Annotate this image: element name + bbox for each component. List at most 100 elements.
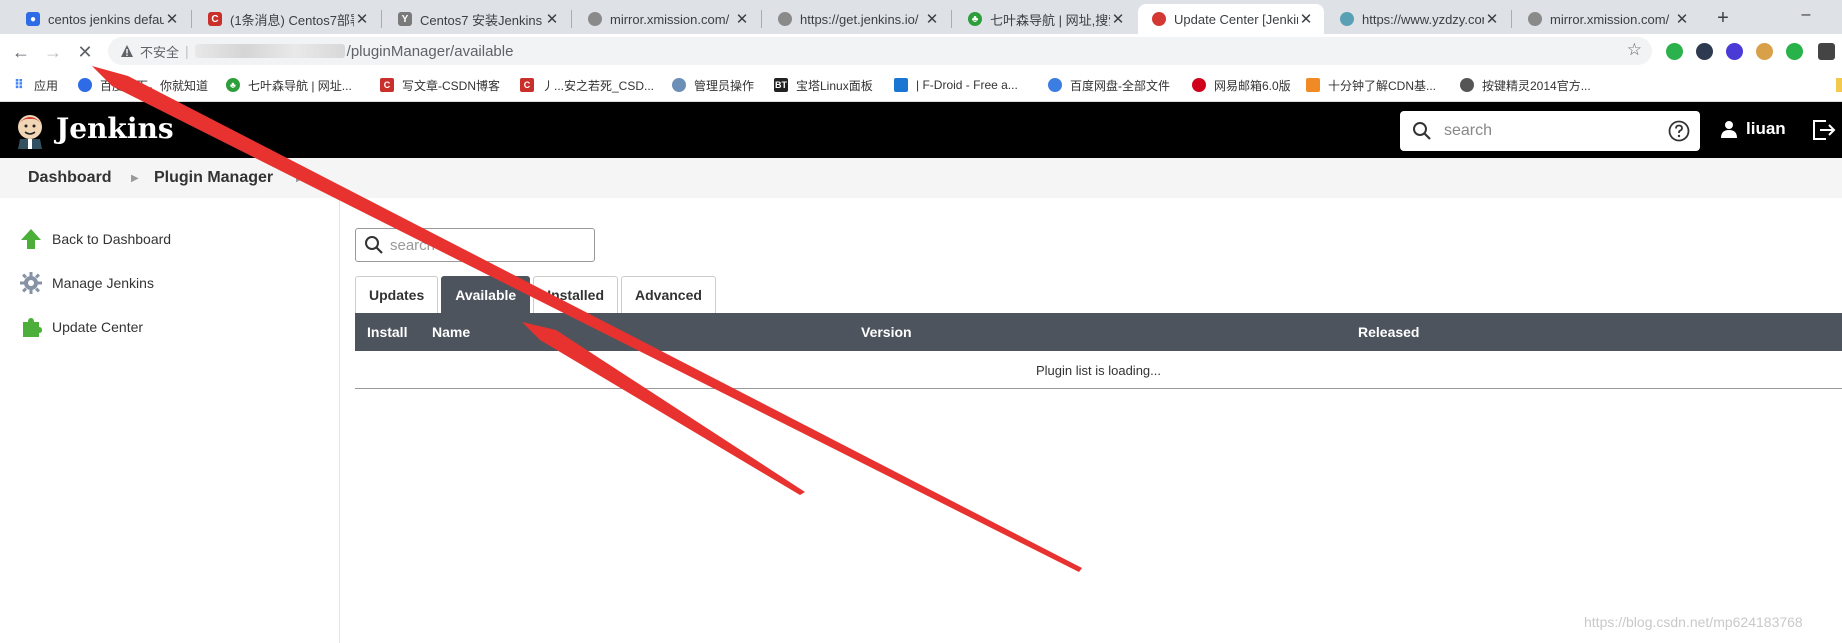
forward-arrow-icon[interactable]: → <box>40 39 66 65</box>
browser-tab-active[interactable]: Update Center [Jenkins] ✕ <box>1138 4 1324 34</box>
csdn-c-icon: C <box>520 78 534 92</box>
browser-toolbar: ← → ✕ 不安全 | /pluginManager/available ☆ <box>0 34 1842 68</box>
cookie-extension-icon[interactable] <box>1756 43 1773 60</box>
bookmark-item[interactable]: ⠿ 应用 <box>12 76 58 94</box>
sidebar-item-update-center[interactable]: Update Center <box>20 316 143 338</box>
browser-tab[interactable]: ● centos jenkins default ✕ <box>12 4 190 34</box>
watermark: https://blog.csdn.net/mp624183768 <box>1584 614 1803 630</box>
warning-triangle-icon <box>121 45 133 57</box>
user-menu[interactable]: liuan <box>1720 119 1786 139</box>
extension-icon[interactable] <box>1696 43 1713 60</box>
close-icon[interactable]: ✕ <box>1484 10 1500 28</box>
stop-loading-icon[interactable]: ✕ <box>72 39 98 65</box>
clover-icon: ♣ <box>968 12 982 26</box>
browser-tab[interactable]: mirror.xmission.com/ ✕ <box>1514 4 1700 34</box>
tab-installed[interactable]: Installed <box>533 276 618 314</box>
baidu-paw-icon: ● <box>26 12 40 26</box>
address-bar[interactable]: 不安全 | /pluginManager/available ☆ <box>108 37 1652 65</box>
plugin-search-box[interactable] <box>355 228 595 262</box>
bookmark-item[interactable]: 百度网盘-全部文件 <box>1048 76 1170 94</box>
address-divider: | <box>185 43 189 59</box>
browser-tab[interactable]: https://www.yzdzy.com ✕ <box>1326 4 1510 34</box>
tab-updates[interactable]: Updates <box>355 276 439 314</box>
loading-message: Plugin list is loading... <box>1035 363 1161 378</box>
netease-mail-icon <box>1192 78 1206 92</box>
redacted-host <box>194 44 345 58</box>
clover-icon: ♣ <box>226 78 240 92</box>
user-icon <box>1721 121 1737 138</box>
bookmark-item[interactable]: ♣ 七叶森导航 | 网址... <box>226 76 352 94</box>
logout-icon[interactable] <box>1812 119 1836 141</box>
close-icon[interactable]: ✕ <box>1110 10 1126 28</box>
tab-divider <box>191 10 192 28</box>
close-icon[interactable]: ✕ <box>734 10 750 28</box>
minimize-button[interactable]: – <box>1786 0 1826 30</box>
folder-icon[interactable] <box>1836 78 1842 92</box>
plugin-tabs: Updates Available Installed Advanced <box>355 276 719 314</box>
zhihu-icon: Y <box>398 12 412 26</box>
close-icon[interactable]: ✕ <box>164 10 180 28</box>
check-extension-icon[interactable] <box>1786 43 1803 60</box>
apps-grid-icon: ⠿ <box>13 77 25 92</box>
bookmark-item[interactable]: C 写文章-CSDN博客 <box>380 76 500 94</box>
close-icon[interactable]: ✕ <box>1298 10 1314 28</box>
breadcrumb-chevron-icon[interactable]: ▶ <box>131 173 139 184</box>
column-header-install[interactable]: Install <box>367 324 407 340</box>
csdn-c-icon: C <box>380 78 394 92</box>
breadcrumb-plugin-manager[interactable]: Plugin Manager <box>154 169 273 187</box>
search-icon <box>365 236 383 254</box>
bookmark-item[interactable]: C 丿...安之若死_CSD... <box>520 76 654 94</box>
globe-icon <box>1460 78 1474 92</box>
plugin-search-input[interactable] <box>390 236 590 254</box>
browser-tab[interactable]: Y Centos7 安装Jenkins ✕ <box>384 4 570 34</box>
bookmark-item[interactable]: 按键精灵2014官方... <box>1460 76 1591 94</box>
new-tab-button[interactable]: + <box>1709 4 1737 32</box>
bookmark-star-icon[interactable]: ☆ <box>1627 40 1642 60</box>
bookmark-item[interactable]: | F-Droid - Free a... <box>894 76 1018 94</box>
tab-divider <box>1511 10 1512 28</box>
column-header-released[interactable]: Released <box>1358 324 1419 340</box>
plugins-table: Install Name Version Released Plugin lis… <box>355 313 1842 389</box>
baidu-pan-icon <box>1048 78 1062 92</box>
tab-available[interactable]: Available <box>441 276 531 314</box>
browser-tab[interactable]: mirror.xmission.com/ ✕ <box>574 4 760 34</box>
url-path: /pluginManager/available <box>346 42 514 60</box>
sidebar-item-back-to-dashboard[interactable]: Back to Dashboard <box>20 228 171 250</box>
bookmark-item[interactable]: 十分钟了解CDN基... <box>1306 76 1436 94</box>
help-icon[interactable] <box>1668 120 1690 142</box>
bookmark-item[interactable]: BT 宝塔Linux面板 <box>774 76 873 94</box>
gear-icon <box>20 272 42 294</box>
back-arrow-icon[interactable]: ← <box>8 39 34 65</box>
close-icon[interactable]: ✕ <box>924 10 940 28</box>
browser-tab[interactable]: ♣ 七叶森导航 | 网址,搜索 ✕ <box>954 4 1136 34</box>
fdroid-icon <box>894 78 908 92</box>
header-search-input[interactable] <box>1444 122 1664 140</box>
globe-icon <box>778 12 792 26</box>
jenkins-title[interactable]: Jenkins <box>56 112 174 145</box>
baidu-paw-icon <box>78 78 92 92</box>
bookmark-item[interactable]: 网易邮箱6.0版 <box>1192 76 1291 94</box>
globe-icon <box>1528 12 1542 26</box>
tab-divider <box>761 10 762 28</box>
breadcrumb-dashboard[interactable]: Dashboard <box>28 169 112 187</box>
browser-tab[interactable]: https://get.jenkins.io/ ✕ <box>764 4 950 34</box>
cdn-icon <box>1306 78 1320 92</box>
puzzle-extension-icon[interactable] <box>1818 43 1835 60</box>
bookmark-item[interactable]: 百度一下，你就知道 <box>78 76 208 94</box>
breadcrumb-chevron-icon[interactable]: ▶ <box>296 173 304 184</box>
extension-icon[interactable] <box>1726 43 1743 60</box>
tab-divider <box>951 10 952 28</box>
shield-extension-icon[interactable] <box>1666 43 1683 60</box>
bookmark-item[interactable]: 管理员操作 <box>672 76 754 94</box>
close-icon[interactable]: ✕ <box>1674 10 1690 28</box>
close-icon[interactable]: ✕ <box>354 10 370 28</box>
up-arrow-icon <box>21 229 41 249</box>
jenkins-logo-icon[interactable] <box>14 113 46 149</box>
close-icon[interactable]: ✕ <box>544 10 560 28</box>
browser-tab[interactable]: C (1条消息) Centos7部署 ✕ <box>194 4 380 34</box>
sidebar-item-manage-jenkins[interactable]: Manage Jenkins <box>20 272 154 294</box>
header-search-box[interactable] <box>1400 111 1700 151</box>
column-header-name[interactable]: Name <box>432 324 470 340</box>
tab-advanced[interactable]: Advanced <box>621 276 716 314</box>
column-header-version[interactable]: Version <box>861 324 912 340</box>
